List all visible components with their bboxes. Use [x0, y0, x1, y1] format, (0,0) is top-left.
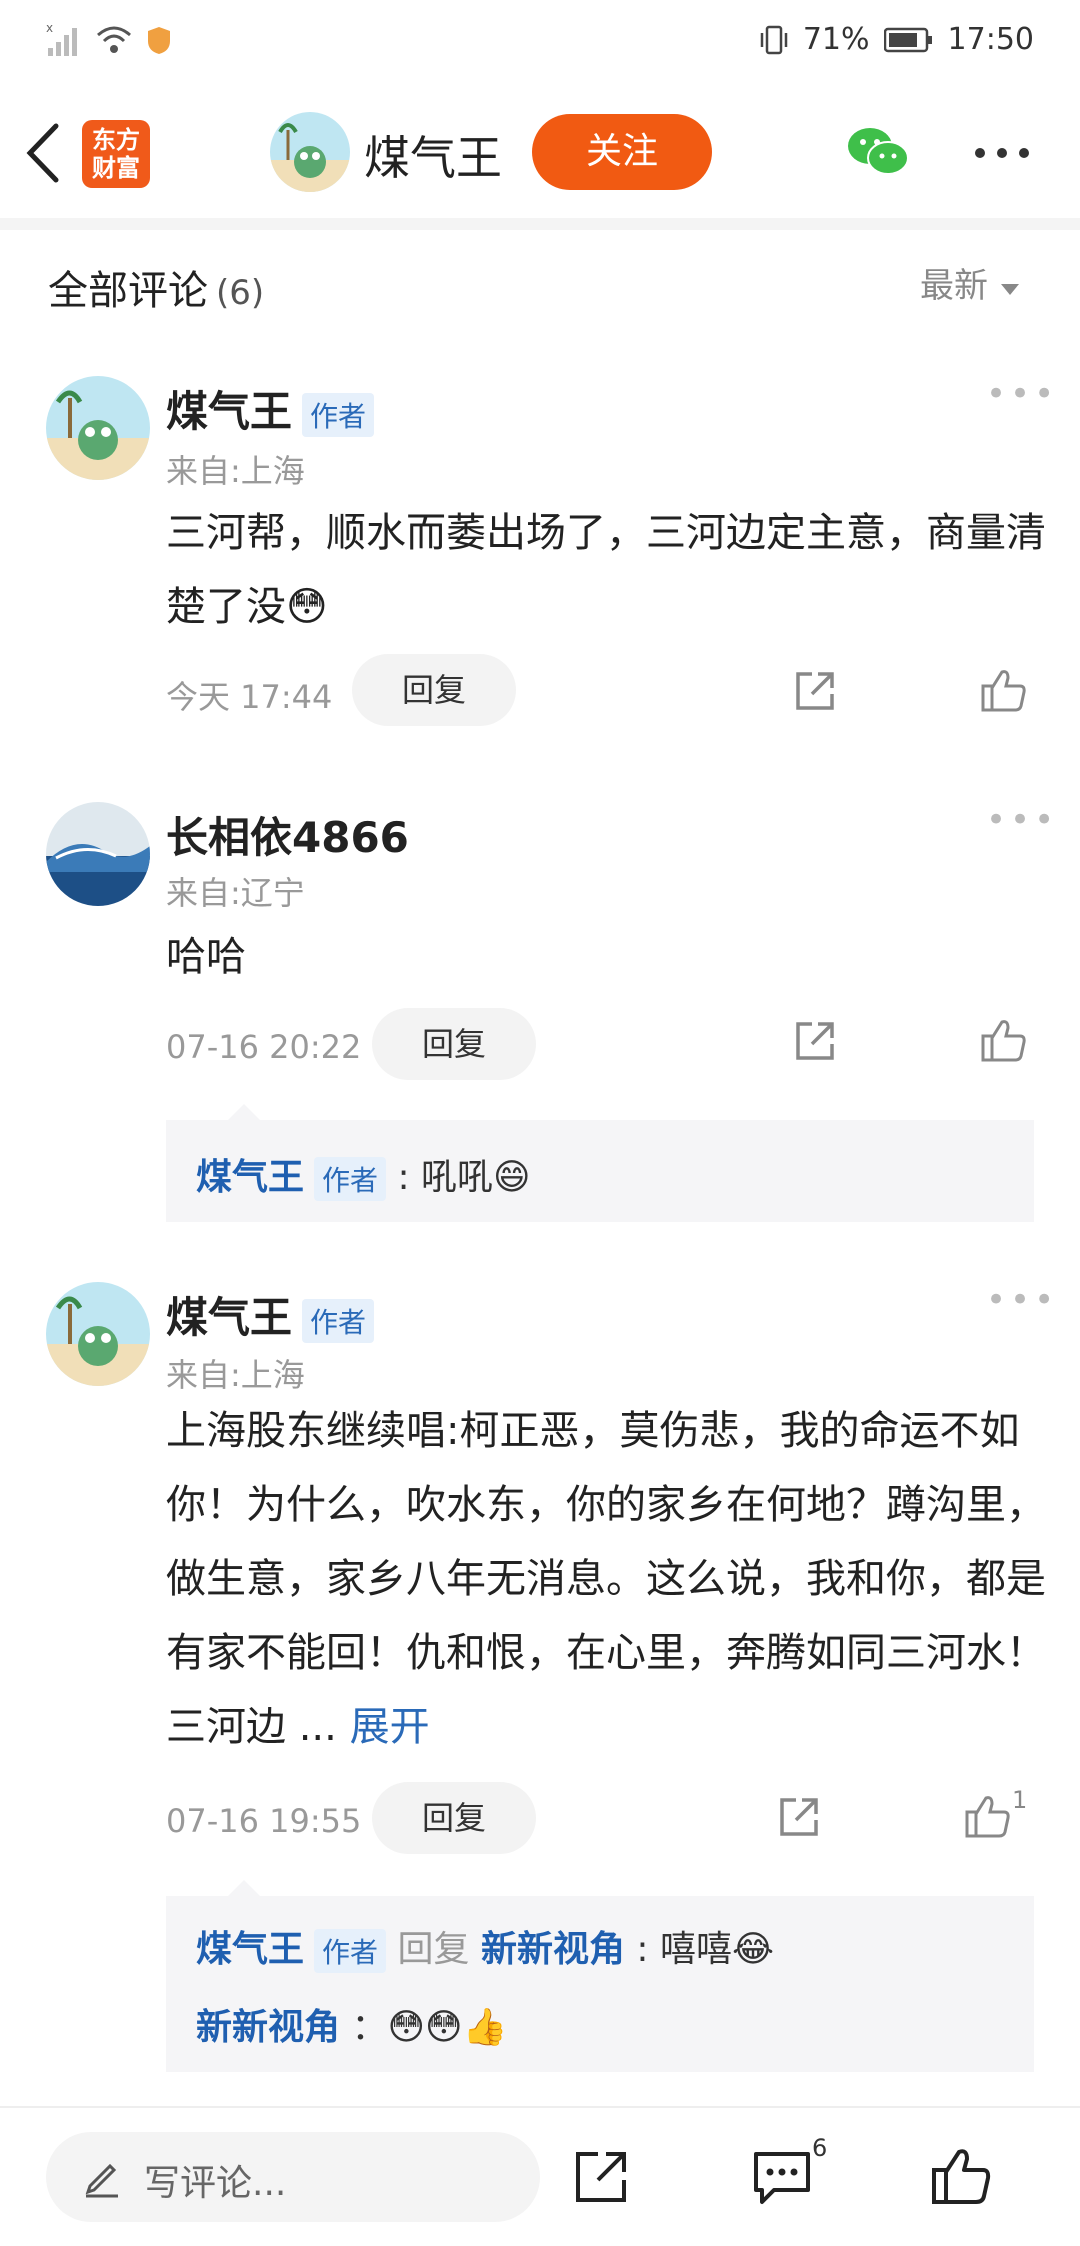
comment-author[interactable]: 煤气王 作者: [166, 378, 375, 439]
caret-down-icon: [1000, 284, 1019, 295]
page-title: 煤气王: [364, 131, 502, 185]
author-avatar[interactable]: [270, 112, 350, 192]
like-icon[interactable]: [980, 1016, 1028, 1064]
reply-button[interactable]: 回复: [372, 1008, 536, 1080]
battery-percent: 71%: [802, 22, 870, 57]
comment-count: (6): [216, 273, 265, 313]
share-icon[interactable]: [572, 2148, 630, 2206]
reply-thread: 煤气王 作者 : 吼吼😄: [166, 1120, 1034, 1222]
comment-icon[interactable]: [752, 2148, 814, 2206]
comment-count-badge: 6: [812, 2134, 828, 2162]
share-icon[interactable]: [776, 1794, 822, 1840]
expand-link[interactable]: 展开: [350, 1704, 430, 1750]
status-left-icons: x: [46, 22, 172, 58]
reply-item[interactable]: 新新视角 ：😳😳👍: [196, 1998, 507, 2050]
ocean-wave-avatar-icon: [46, 802, 150, 906]
share-icon[interactable]: [792, 668, 838, 714]
wifi-icon: [97, 26, 131, 53]
comment-item: 长相依4866 ••• 来自:辽宁 哈哈 07-16 20:22 回复 煤气王作…: [0, 800, 1080, 1222]
section-title-text: 全部评论: [48, 268, 208, 314]
reply-pointer: [226, 1880, 262, 1898]
reply-keyword: 回复: [397, 1929, 470, 1970]
reply-target[interactable]: 新新视角: [481, 1929, 625, 1970]
frog-beach-avatar-icon: [46, 1282, 150, 1386]
author-name: 煤气王: [166, 387, 293, 436]
bottom-action-bar: 写评论... 6: [0, 2106, 1080, 2246]
comment-more-button[interactable]: •••: [986, 1280, 1058, 1320]
status-bar: x 71% 17:50: [0, 0, 1080, 84]
reply-button[interactable]: 回复: [372, 1782, 536, 1854]
comment-more-button[interactable]: •••: [986, 374, 1058, 414]
avatar[interactable]: [46, 376, 150, 480]
comment-body: 上海股东继续唱:柯正恶，莫伤悲，我的命运不如你！为什么，吹水东，你的家乡在何地？…: [166, 1408, 1046, 1750]
author-tag: 作者: [302, 1298, 375, 1343]
comment-text[interactable]: 上海股东继续唱:柯正恶，莫伤悲，我的命运不如你！为什么，吹水东，你的家乡在何地？…: [166, 1394, 1046, 1764]
wechat-icon[interactable]: [846, 124, 910, 180]
svg-text:x: x: [46, 22, 53, 35]
reply-item[interactable]: 煤气王 作者 : 吼吼😄: [196, 1148, 531, 1201]
write-comment-input[interactable]: 写评论...: [46, 2132, 540, 2222]
author-tag: 作者: [314, 1929, 387, 1973]
share-icon[interactable]: [792, 1018, 838, 1064]
reply-author[interactable]: 煤气王: [196, 1929, 304, 1970]
all-comments-heading: 全部评论 (6): [48, 258, 264, 316]
comment-item: 煤气王 作者 ••• 来自:上海 上海股东继续唱:柯正恶，莫伤悲，我的命运不如你！…: [0, 1280, 1080, 2072]
comment-time: 今天 17:44: [166, 678, 333, 716]
signal-icon: x: [46, 22, 77, 56]
reply-text: : 吼吼😄: [397, 1157, 531, 1198]
app-logo[interactable]: 东方 财富: [82, 120, 150, 188]
author-name: 煤气王: [166, 1293, 293, 1342]
battery-icon: [883, 27, 932, 52]
logo-line-1: 东方: [92, 126, 140, 154]
shield-icon: [148, 27, 170, 54]
avatar[interactable]: [46, 1282, 150, 1386]
write-comment-placeholder: 写评论...: [144, 2163, 287, 2204]
comment-text[interactable]: 哈哈: [166, 920, 1046, 994]
comment-item: 煤气王 作者 ••• 来自:上海 三河帮，顺水而萎出场了，三河边定主意，商量清楚了…: [0, 374, 1080, 746]
comment-author[interactable]: 煤气王 作者: [166, 1284, 375, 1345]
comment-time: 07-16 19:55: [166, 1802, 362, 1840]
author-tag: 作者: [314, 1157, 387, 1201]
like-icon[interactable]: [930, 2144, 992, 2206]
logo-line-2: 财富: [92, 154, 140, 182]
comment-time: 07-16 20:22: [166, 1028, 362, 1066]
like-icon[interactable]: [964, 1792, 1012, 1840]
comment-author[interactable]: 长相依4866: [166, 804, 409, 865]
follow-button[interactable]: 关注: [532, 114, 712, 190]
comment-location: 来自:辽宁: [166, 874, 305, 912]
header-divider: [0, 218, 1080, 230]
like-count: 1: [1012, 1786, 1028, 1814]
reply-pointer: [226, 1104, 262, 1122]
more-options-icon[interactable]: [974, 146, 1030, 160]
reply-thread: 煤气王 作者 回复 新新视角 : 嘻嘻😂 新新视角 ：😳😳👍: [166, 1896, 1034, 2072]
clock: 17:50: [947, 22, 1034, 57]
avatar[interactable]: [46, 802, 150, 906]
reply-button[interactable]: 回复: [352, 654, 516, 726]
sort-dropdown[interactable]: 最新: [920, 258, 1021, 307]
pencil-icon: [85, 2163, 118, 2198]
reply-author[interactable]: 煤气王: [196, 1157, 304, 1198]
frog-beach-avatar-icon: [270, 112, 350, 192]
reply-item[interactable]: 煤气王 作者 回复 新新视角 : 嘻嘻😂: [196, 1920, 774, 1973]
comment-more-button[interactable]: •••: [986, 800, 1058, 840]
like-icon[interactable]: [980, 666, 1028, 714]
reply-text: : 嘻嘻😂: [636, 1929, 775, 1970]
reply-author[interactable]: 新新视角: [196, 2007, 340, 2048]
top-nav: 东方 财富 煤气王 关注: [0, 84, 1080, 220]
reply-text: ：😳😳👍: [351, 2007, 508, 2048]
author-tag: 作者: [302, 392, 375, 437]
comment-text[interactable]: 三河帮，顺水而萎出场了，三河边定主意，商量清楚了没😳: [166, 496, 1046, 644]
vibrate-icon: [760, 25, 788, 54]
comment-location: 来自:上海: [166, 1356, 305, 1394]
comment-location: 来自:上海: [166, 452, 305, 490]
frog-beach-avatar-icon: [46, 376, 150, 480]
back-icon[interactable]: [22, 122, 64, 184]
sort-label: 最新: [920, 266, 988, 306]
